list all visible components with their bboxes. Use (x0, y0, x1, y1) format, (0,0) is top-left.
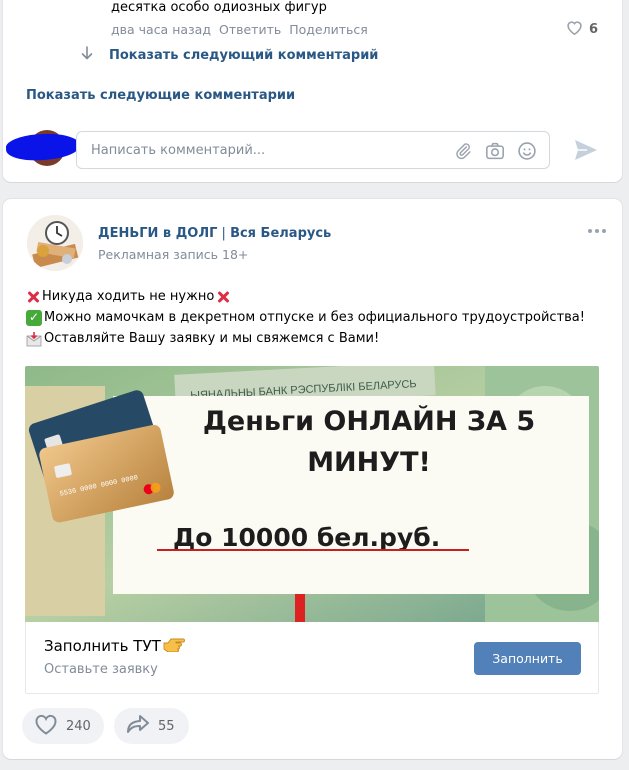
show-next-reply-link[interactable]: Показать следующий комментарий (81, 46, 378, 64)
more-options-icon[interactable] (588, 229, 606, 233)
share-button[interactable]: 55 (114, 708, 189, 744)
banner-headline-line-1: Деньги ОНЛАЙН ЗА 5 (203, 405, 535, 437)
ad-label: Рекламная запись 18+ (98, 247, 249, 262)
comment-meta: два часа назад Ответить Поделиться (111, 22, 368, 37)
share-arrow-icon (126, 714, 150, 738)
share-count: 55 (158, 718, 175, 734)
cross-mark-icon (26, 290, 40, 304)
check-mark-icon: ✓ (26, 309, 42, 326)
comment-like-count: 6 (588, 22, 598, 37)
ad-text-line-1: Никуда ходить не нужно (42, 289, 215, 304)
ad-group-name-rest: Вся Беларусь (230, 226, 332, 241)
ad-text-line-2: Можно мамочкам в декретном отпуске и без… (44, 310, 585, 325)
share-link[interactable]: Поделиться (289, 22, 368, 37)
ad-banner-image[interactable]: ЫЯНАЛЬНЫ БАНК РЭСПУБЛІКІ БЕЛАРУСЬ 5536 0… (25, 366, 599, 622)
ad-text: Никуда ходить не нужно ✓ Можно мамочкам … (26, 286, 585, 349)
reply-link[interactable]: Ответить (219, 22, 281, 37)
ad-cta-footer: Заполнить ТУТ Оставьте заявку Заполнить (25, 622, 599, 694)
banner-amount: До 10000 бел.руб. (173, 523, 440, 552)
comment-time[interactable]: два часа назад (111, 22, 211, 37)
ad-group-name-main: ДЕНЬГИ в ДОЛГ (98, 226, 218, 241)
comment-input-placeholder: Написать комментарий... (91, 142, 266, 158)
smile-icon[interactable] (517, 141, 537, 161)
like-count: 240 (66, 718, 91, 734)
comment-like-button[interactable]: 6 (566, 20, 598, 39)
ad-group-name[interactable]: ДЕНЬГИ в ДОЛГ | Вся Беларусь (98, 226, 331, 241)
pointing-hand-icon (163, 636, 185, 656)
heart-icon (34, 714, 58, 739)
ad-group-name-separator: | (217, 226, 231, 241)
clock-money-icon (27, 215, 83, 271)
heart-icon (566, 20, 583, 39)
fill-form-button[interactable]: Заполнить (474, 642, 581, 675)
comment-input[interactable]: Написать комментарий... (76, 131, 550, 169)
banner-headline-line-2: МИНУТ! (307, 447, 431, 478)
like-button[interactable]: 240 (22, 708, 104, 744)
show-next-comments-link[interactable]: Показать следующие комментарии (26, 88, 295, 103)
ad-group-avatar[interactable] (27, 215, 83, 271)
comment-text: десятка особо одиозных фигур (111, 0, 327, 15)
cross-mark-icon (216, 290, 230, 304)
cta-subtitle: Оставьте заявку (44, 662, 158, 677)
comments-card: десятка особо одиозных фигур два часа на… (3, 0, 622, 182)
attach-icon[interactable] (453, 141, 473, 161)
send-icon[interactable] (573, 138, 599, 162)
arrow-down-icon (81, 46, 93, 64)
cta-title-text: Заполнить ТУТ (44, 637, 161, 655)
avatar-redaction-blob (5, 131, 81, 163)
cta-title: Заполнить ТУТ (44, 636, 185, 656)
show-next-reply-label: Показать следующий комментарий (109, 47, 379, 63)
ad-text-line-3: Оставляйте Вашу заявку и мы свяжемся с В… (44, 331, 380, 346)
camera-icon[interactable] (485, 141, 505, 161)
ad-post-card: ДЕНЬГИ в ДОЛГ | Вся Беларусь Рекламная з… (3, 199, 622, 759)
envelope-icon (26, 331, 42, 346)
